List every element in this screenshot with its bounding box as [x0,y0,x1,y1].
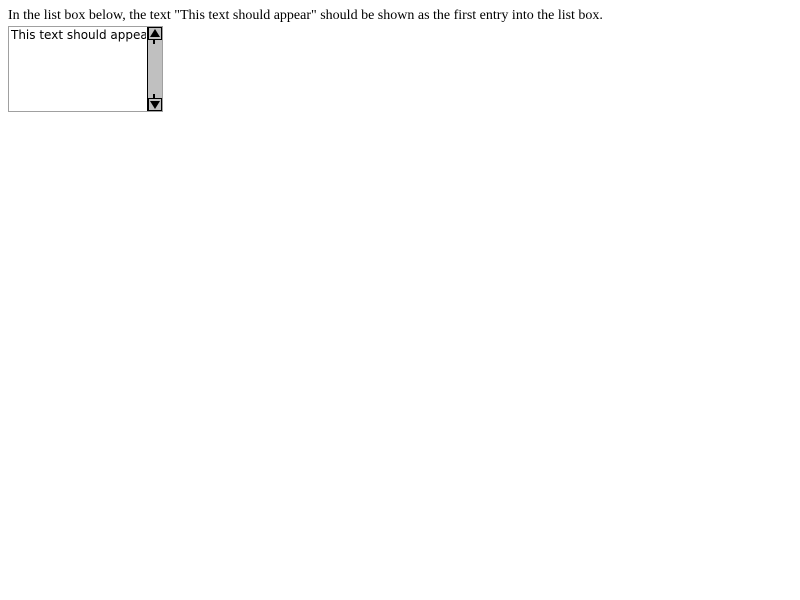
list-item[interactable]: This text should appear [9,27,146,42]
scrollbar-track-notch [153,40,155,44]
instruction-text: In the list box below, the text "This te… [8,8,603,23]
scrollbar-track[interactable] [148,40,162,98]
list-box[interactable]: This text should appear [8,26,163,112]
scroll-down-arrow-icon [150,101,160,109]
scroll-up-button[interactable] [148,27,162,40]
list-items: This text should appear [9,27,146,111]
scroll-up-arrow-icon [150,29,160,37]
scroll-down-button[interactable] [148,98,162,111]
vertical-scrollbar[interactable] [147,27,162,111]
